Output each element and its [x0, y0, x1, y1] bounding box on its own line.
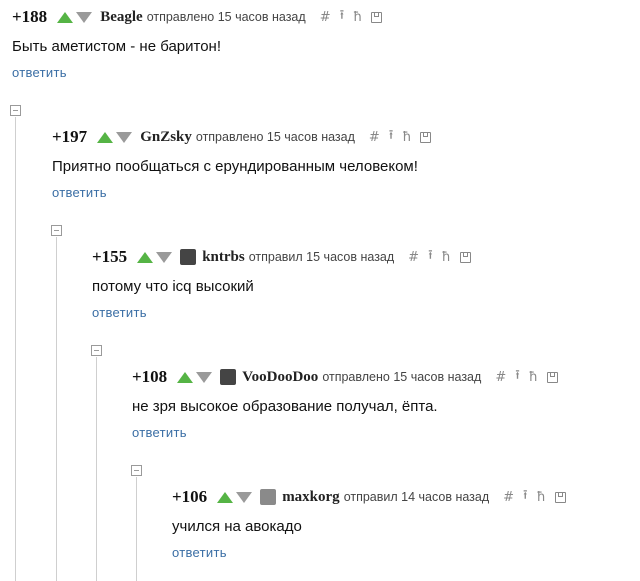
comment-voodoodoo: +108 VooDooDoo отправлено 15 часов назад… — [132, 366, 558, 441]
comment-timestamp[interactable]: отправлено 15 часов назад — [322, 370, 481, 384]
comment-author[interactable]: GnZsky — [140, 129, 192, 146]
upvote-icon[interactable] — [137, 251, 154, 263]
parent-icon[interactable]: ħ — [529, 370, 538, 385]
reply-link[interactable]: ответить — [172, 545, 227, 560]
downvote-icon[interactable] — [156, 251, 173, 263]
vote-controls — [217, 491, 253, 503]
comment-timestamp[interactable]: отправлено 15 часов назад — [196, 130, 355, 144]
save-icon[interactable] — [371, 11, 383, 23]
save-icon[interactable] — [459, 251, 471, 263]
parent-icon[interactable]: ħ — [442, 250, 451, 265]
comment-header: +108 VooDooDoo отправлено 15 часов назад… — [132, 366, 558, 388]
upvote-icon[interactable] — [97, 131, 114, 143]
comment-timestamp[interactable]: отправил 14 часов назад — [344, 490, 489, 504]
comment-author[interactable]: kntrbs — [202, 249, 245, 266]
upvote-icon[interactable] — [177, 371, 194, 383]
comment-header: +155 kntrbs отправил 15 часов назад # ⭱ … — [92, 246, 471, 268]
vote-controls — [137, 251, 173, 263]
comment-rating: +108 — [132, 367, 168, 386]
vote-controls — [177, 371, 213, 383]
comment-gnzsky: +197 GnZsky отправлено 15 часов назад # … — [52, 126, 432, 201]
reply-link[interactable]: ответить — [52, 185, 107, 200]
comment-actions: # ⭱ ħ — [495, 366, 558, 388]
downvote-icon[interactable] — [76, 11, 93, 23]
vote-controls — [57, 11, 93, 23]
save-icon[interactable] — [420, 131, 432, 143]
comment-maxkorg: +106 maxkorg отправил 14 часов назад # ⭱… — [172, 486, 566, 561]
avatar-icon[interactable] — [220, 369, 237, 385]
comment-actions: # ⭱ ħ — [503, 486, 566, 508]
upvote-icon[interactable] — [57, 11, 74, 23]
parent-icon[interactable]: ħ — [353, 10, 362, 25]
collapse-toggle-1[interactable] — [10, 105, 21, 116]
comment-header: +197 GnZsky отправлено 15 часов назад # … — [52, 126, 432, 148]
thread-line-1 — [15, 117, 16, 581]
comment-actions: # ⭱ ħ — [320, 6, 383, 28]
comment-rating: +106 — [172, 487, 208, 506]
comment-rating: +188 — [12, 7, 48, 26]
thread-line-3 — [96, 357, 97, 581]
reply-link[interactable]: ответить — [92, 305, 147, 320]
up-arrow-icon[interactable]: ⭱ — [428, 246, 433, 268]
hash-icon[interactable]: # — [503, 490, 514, 505]
hash-icon[interactable]: # — [320, 10, 331, 25]
comment-beagle: +188 Beagle отправлено 15 часов назад # … — [12, 6, 383, 81]
up-arrow-icon[interactable]: ⭱ — [340, 6, 345, 28]
comment-header: +106 maxkorg отправил 14 часов назад # ⭱… — [172, 486, 566, 508]
vote-controls — [97, 131, 133, 143]
hash-icon[interactable]: # — [495, 370, 506, 385]
up-arrow-icon[interactable]: ⭱ — [515, 366, 520, 388]
downvote-icon[interactable] — [116, 131, 133, 143]
comment-rating: +155 — [92, 247, 128, 266]
comment-text: учился на авокадо — [172, 518, 302, 535]
parent-icon[interactable]: ħ — [402, 130, 411, 145]
comment-timestamp[interactable]: отправлено 15 часов назад — [147, 10, 306, 24]
up-arrow-icon[interactable]: ⭱ — [523, 486, 528, 508]
hash-icon[interactable]: # — [369, 130, 380, 145]
comment-text: Приятно пообщаться с ерундированным чело… — [52, 158, 418, 175]
collapse-toggle-4[interactable] — [131, 465, 142, 476]
comment-actions: # ⭱ ħ — [408, 246, 471, 268]
thread-line-2 — [56, 237, 57, 581]
comment-author[interactable]: VooDooDoo — [242, 369, 318, 386]
downvote-icon[interactable] — [236, 491, 253, 503]
collapse-toggle-3[interactable] — [91, 345, 102, 356]
avatar-icon[interactable] — [260, 489, 277, 505]
thread-line-4 — [136, 477, 137, 581]
reply-link[interactable]: ответить — [132, 425, 187, 440]
comment-rating: +197 — [52, 127, 88, 146]
hash-icon[interactable]: # — [408, 250, 419, 265]
parent-icon[interactable]: ħ — [537, 490, 546, 505]
comment-text: потому что icq высокий — [92, 278, 254, 295]
comment-text: не зря высокое образование получал, ёпта… — [132, 398, 438, 415]
up-arrow-icon[interactable]: ⭱ — [389, 126, 394, 148]
save-icon[interactable] — [554, 491, 566, 503]
avatar-icon[interactable] — [180, 249, 197, 265]
collapse-toggle-2[interactable] — [51, 225, 62, 236]
upvote-icon[interactable] — [217, 491, 234, 503]
save-icon[interactable] — [546, 371, 558, 383]
comment-header: +188 Beagle отправлено 15 часов назад # … — [12, 6, 383, 28]
reply-link[interactable]: ответить — [12, 65, 67, 80]
comment-kntrbs: +155 kntrbs отправил 15 часов назад # ⭱ … — [92, 246, 471, 321]
comment-text: Быть аметистом - не баритон! — [12, 38, 222, 55]
downvote-icon[interactable] — [196, 371, 213, 383]
comment-timestamp[interactable]: отправил 15 часов назад — [249, 250, 394, 264]
comment-author[interactable]: maxkorg — [282, 489, 340, 506]
comment-author[interactable]: Beagle — [100, 9, 143, 26]
comment-actions: # ⭱ ħ — [369, 126, 432, 148]
